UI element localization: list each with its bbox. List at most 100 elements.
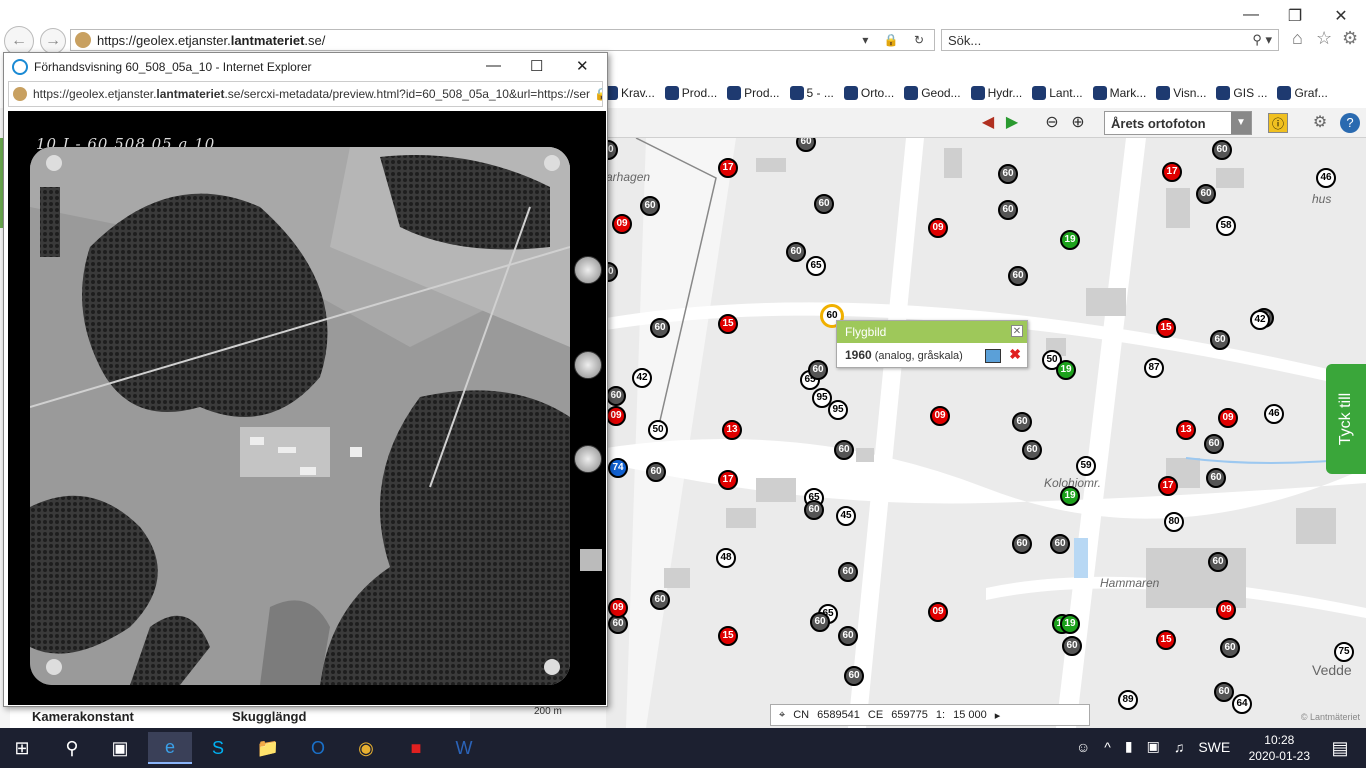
favorite-item[interactable]: Graf... (1277, 86, 1328, 100)
preview-minimize-button[interactable]: — (486, 57, 501, 74)
photo-marker[interactable]: 60 (640, 196, 660, 216)
photo-marker[interactable]: 48 (716, 548, 736, 568)
file-explorer-icon[interactable]: 📁 (246, 732, 290, 764)
photo-marker[interactable]: 09 (612, 214, 632, 234)
favorite-item[interactable]: Prod... (664, 86, 717, 100)
chrome-icon[interactable]: ◉ (344, 732, 388, 764)
photo-marker[interactable]: 46 (1316, 168, 1336, 188)
photo-marker[interactable]: 64 (1232, 694, 1252, 714)
photo-marker[interactable]: 19 (1060, 614, 1080, 634)
photo-marker[interactable]: 60 (1214, 682, 1234, 702)
photo-marker[interactable]: 45 (836, 506, 856, 526)
photo-marker[interactable]: 42 (1250, 310, 1270, 330)
photo-marker[interactable]: 60 (998, 164, 1018, 184)
forward-button[interactable]: → (40, 28, 66, 54)
favorites-star-icon[interactable]: ☆ (1316, 28, 1332, 49)
photo-marker[interactable]: 09 (1218, 408, 1238, 428)
settings-gear-icon[interactable]: ⚙ (1342, 28, 1358, 49)
internet-explorer-icon[interactable]: e (148, 732, 192, 764)
photo-marker[interactable]: 19 (1060, 230, 1080, 250)
photo-marker[interactable]: 60 (650, 318, 670, 338)
settings-icon[interactable]: ⚙ (1310, 113, 1330, 133)
photo-marker[interactable]: 60 (1012, 412, 1032, 432)
preview-close-button[interactable]: ✕ (576, 57, 589, 75)
favorite-item[interactable]: 5 - ... (789, 86, 834, 100)
photo-marker[interactable]: 60 (646, 462, 666, 482)
photo-marker[interactable]: 60 (998, 200, 1018, 220)
pdf-reader-icon[interactable]: ■ (394, 732, 438, 764)
photo-marker[interactable]: 42 (632, 368, 652, 388)
home-icon[interactable]: ⌂ (1292, 28, 1303, 49)
photo-marker[interactable]: 65 (806, 256, 826, 276)
photo-marker[interactable]: 60 (844, 666, 864, 686)
word-icon[interactable]: W (442, 732, 486, 764)
search-input[interactable]: Sök... ⚲ ▾ (941, 29, 1279, 51)
favorite-item[interactable]: Lant... (1032, 86, 1083, 100)
help-icon[interactable]: ? (1340, 113, 1360, 133)
photo-marker[interactable]: 13 (722, 420, 742, 440)
photo-marker[interactable]: 15 (718, 626, 738, 646)
photo-marker[interactable]: 60 (810, 612, 830, 632)
favorite-item[interactable]: Krav... (604, 86, 655, 100)
photo-marker[interactable]: 95 (828, 400, 848, 420)
favorite-item[interactable]: Geod... (904, 86, 961, 100)
map-canvas[interactable]: arhagen hus Kolohiomr. Hammaren Vedde 60… (606, 138, 1366, 728)
close-window-button[interactable]: ✕ (1318, 6, 1364, 26)
photo-marker[interactable]: 60 (1196, 184, 1216, 204)
photo-marker[interactable]: 15 (1156, 318, 1176, 338)
photo-marker[interactable]: 60 (1008, 266, 1028, 286)
restore-button[interactable]: ❐ (1272, 6, 1318, 26)
photo-marker[interactable]: 17 (718, 158, 738, 178)
photo-marker[interactable]: 60 (804, 500, 824, 520)
photo-marker[interactable]: 60 (1208, 552, 1228, 572)
photo-marker[interactable]: 15 (1156, 630, 1176, 650)
favorite-item[interactable]: Visn... (1156, 86, 1206, 100)
remove-icon[interactable]: ✖ (1009, 346, 1021, 363)
photo-marker[interactable]: 46 (1264, 404, 1284, 424)
favorite-item[interactable]: Hydr... (970, 86, 1022, 100)
people-icon[interactable]: ☺ (1076, 739, 1090, 755)
favorite-item[interactable]: Mark... (1092, 86, 1146, 100)
photo-marker[interactable]: 17 (718, 470, 738, 490)
expand-arrow-icon[interactable]: ▸ (995, 709, 1001, 722)
redo-arrow-icon[interactable]: ▶ (1002, 113, 1022, 133)
photo-marker[interactable]: 17 (1162, 162, 1182, 182)
photo-marker[interactable]: 60 (786, 242, 806, 262)
view-image-icon[interactable] (985, 349, 1001, 363)
preview-maximize-button[interactable]: ☐ (530, 57, 543, 75)
language-indicator[interactable]: SWE (1198, 739, 1230, 755)
clock[interactable]: 10:28 2020-01-23 (1249, 732, 1310, 764)
photo-marker[interactable]: 13 (1176, 420, 1196, 440)
photo-marker[interactable]: 50 (648, 420, 668, 440)
photo-marker[interactable]: 60 (606, 386, 626, 406)
dropdown-arrow-icon[interactable]: ▼ (1231, 112, 1251, 134)
photo-marker[interactable]: 60 (1210, 330, 1230, 350)
notification-icon[interactable]: ▤ (1318, 732, 1362, 764)
photo-marker[interactable]: 60 (838, 626, 858, 646)
photo-marker[interactable]: 60 (1050, 534, 1070, 554)
task-view-icon[interactable]: ▣ (98, 732, 142, 764)
photo-marker[interactable]: 09 (928, 602, 948, 622)
layer-select[interactable]: Årets ortofoton ▼ (1104, 111, 1252, 135)
photo-marker[interactable]: 60 (1204, 434, 1224, 454)
photo-marker[interactable]: 60 (808, 360, 828, 380)
photo-marker[interactable]: 80 (1164, 512, 1184, 532)
search-icon[interactable]: ⚲ ▾ (1252, 32, 1272, 48)
address-tools[interactable]: ▾ 🔒 ↻ (862, 33, 934, 47)
photo-marker[interactable]: 09 (608, 598, 628, 618)
photo-marker[interactable]: 09 (930, 406, 950, 426)
photo-marker[interactable]: 60 (838, 562, 858, 582)
network-icon[interactable]: ▣ (1147, 738, 1160, 755)
photo-marker[interactable]: 60 (1012, 534, 1032, 554)
outlook-icon[interactable]: O (296, 732, 340, 764)
photo-marker[interactable]: 59 (1076, 456, 1096, 476)
favorite-item[interactable]: GIS ... (1216, 86, 1267, 100)
photo-marker[interactable]: 15 (718, 314, 738, 334)
url-text[interactable]: https://geolex.etjanster.lantmateriet.se… (97, 33, 325, 48)
photo-marker[interactable]: 09 (928, 218, 948, 238)
photo-marker[interactable]: 60 (814, 194, 834, 214)
crosshair-icon[interactable]: ⌖ (779, 709, 785, 722)
minimize-button[interactable]: — (1228, 6, 1274, 24)
photo-marker[interactable]: 19 (1056, 360, 1076, 380)
photo-marker[interactable]: 09 (606, 406, 626, 426)
